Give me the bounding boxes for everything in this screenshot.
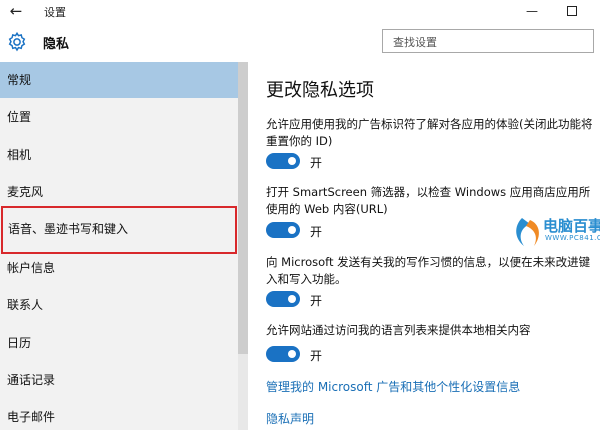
toggle-knob xyxy=(288,350,296,358)
sidebar-scrollbar-thumb[interactable] xyxy=(238,62,248,354)
minimize-button[interactable]: — xyxy=(512,0,552,22)
writing-habits-toggle-label: 开 xyxy=(310,294,323,308)
maximize-icon xyxy=(567,6,577,16)
smartscreen-toggle[interactable] xyxy=(266,222,300,238)
writing-habits-toggle[interactable] xyxy=(266,291,300,307)
watermark-text: 电脑百事网 xyxy=(543,217,600,235)
toggle-knob xyxy=(288,226,296,234)
manage-ads-link[interactable]: 管理我的 Microsoft 广告和其他个性化设置信息 xyxy=(266,378,520,395)
sidebar-item-calendar[interactable]: 日历 xyxy=(0,325,238,361)
option-language-list-text: 允许网站通过访问我的语言列表来提供本地相关内容 xyxy=(266,323,531,337)
option-writing-habits-text: 向 Microsoft 发送有关我的写作习惯的信息，以便在未来改进键入和写入功能… xyxy=(266,255,591,286)
sidebar-item-call-history[interactable]: 通话记录 xyxy=(0,362,238,398)
sidebar-item-account-info[interactable]: 帐户信息 xyxy=(0,250,238,286)
language-list-toggle-label: 开 xyxy=(310,349,323,363)
sidebar: 常规 位置 相机 麦克风 语音、墨迹书写和键入 帐户信息 联系人 日历 通话记录… xyxy=(0,62,248,430)
toggle-knob xyxy=(288,295,296,303)
sidebar-item-general[interactable]: 常规 xyxy=(0,62,238,98)
search-box[interactable] xyxy=(382,29,594,53)
maximize-button[interactable] xyxy=(552,0,592,22)
option-advertising-id-text: 允许应用使用我的广告标识符了解对各应用的体验(关闭此功能将重置你的 ID) xyxy=(266,117,593,148)
sidebar-item-contacts[interactable]: 联系人 xyxy=(0,287,238,323)
search-input[interactable] xyxy=(391,31,585,53)
sidebar-item-camera[interactable]: 相机 xyxy=(0,137,238,173)
sidebar-item-microphone[interactable]: 麦克风 xyxy=(0,174,238,210)
back-arrow-icon[interactable]: ← xyxy=(6,2,26,20)
toggle-knob xyxy=(288,157,296,165)
sidebar-item-location[interactable]: 位置 xyxy=(0,99,238,135)
smartscreen-toggle-label: 开 xyxy=(310,225,323,239)
advertising-id-toggle[interactable] xyxy=(266,153,300,169)
title-bar: ← 设置 — xyxy=(0,0,600,24)
language-list-toggle[interactable] xyxy=(266,346,300,362)
watermark-url: WWW.PC841.COM xyxy=(545,234,600,242)
page-title: 隐私 xyxy=(43,37,70,52)
sidebar-item-speech-inking-typing[interactable]: 语音、墨迹书写和键入 xyxy=(1,206,237,254)
advertising-id-toggle-label: 开 xyxy=(310,156,323,170)
privacy-statement-link[interactable]: 隐私声明 xyxy=(266,410,314,427)
window-title: 设置 xyxy=(44,6,66,19)
section-title: 更改隐私选项 xyxy=(266,80,374,101)
gear-icon xyxy=(8,31,26,52)
